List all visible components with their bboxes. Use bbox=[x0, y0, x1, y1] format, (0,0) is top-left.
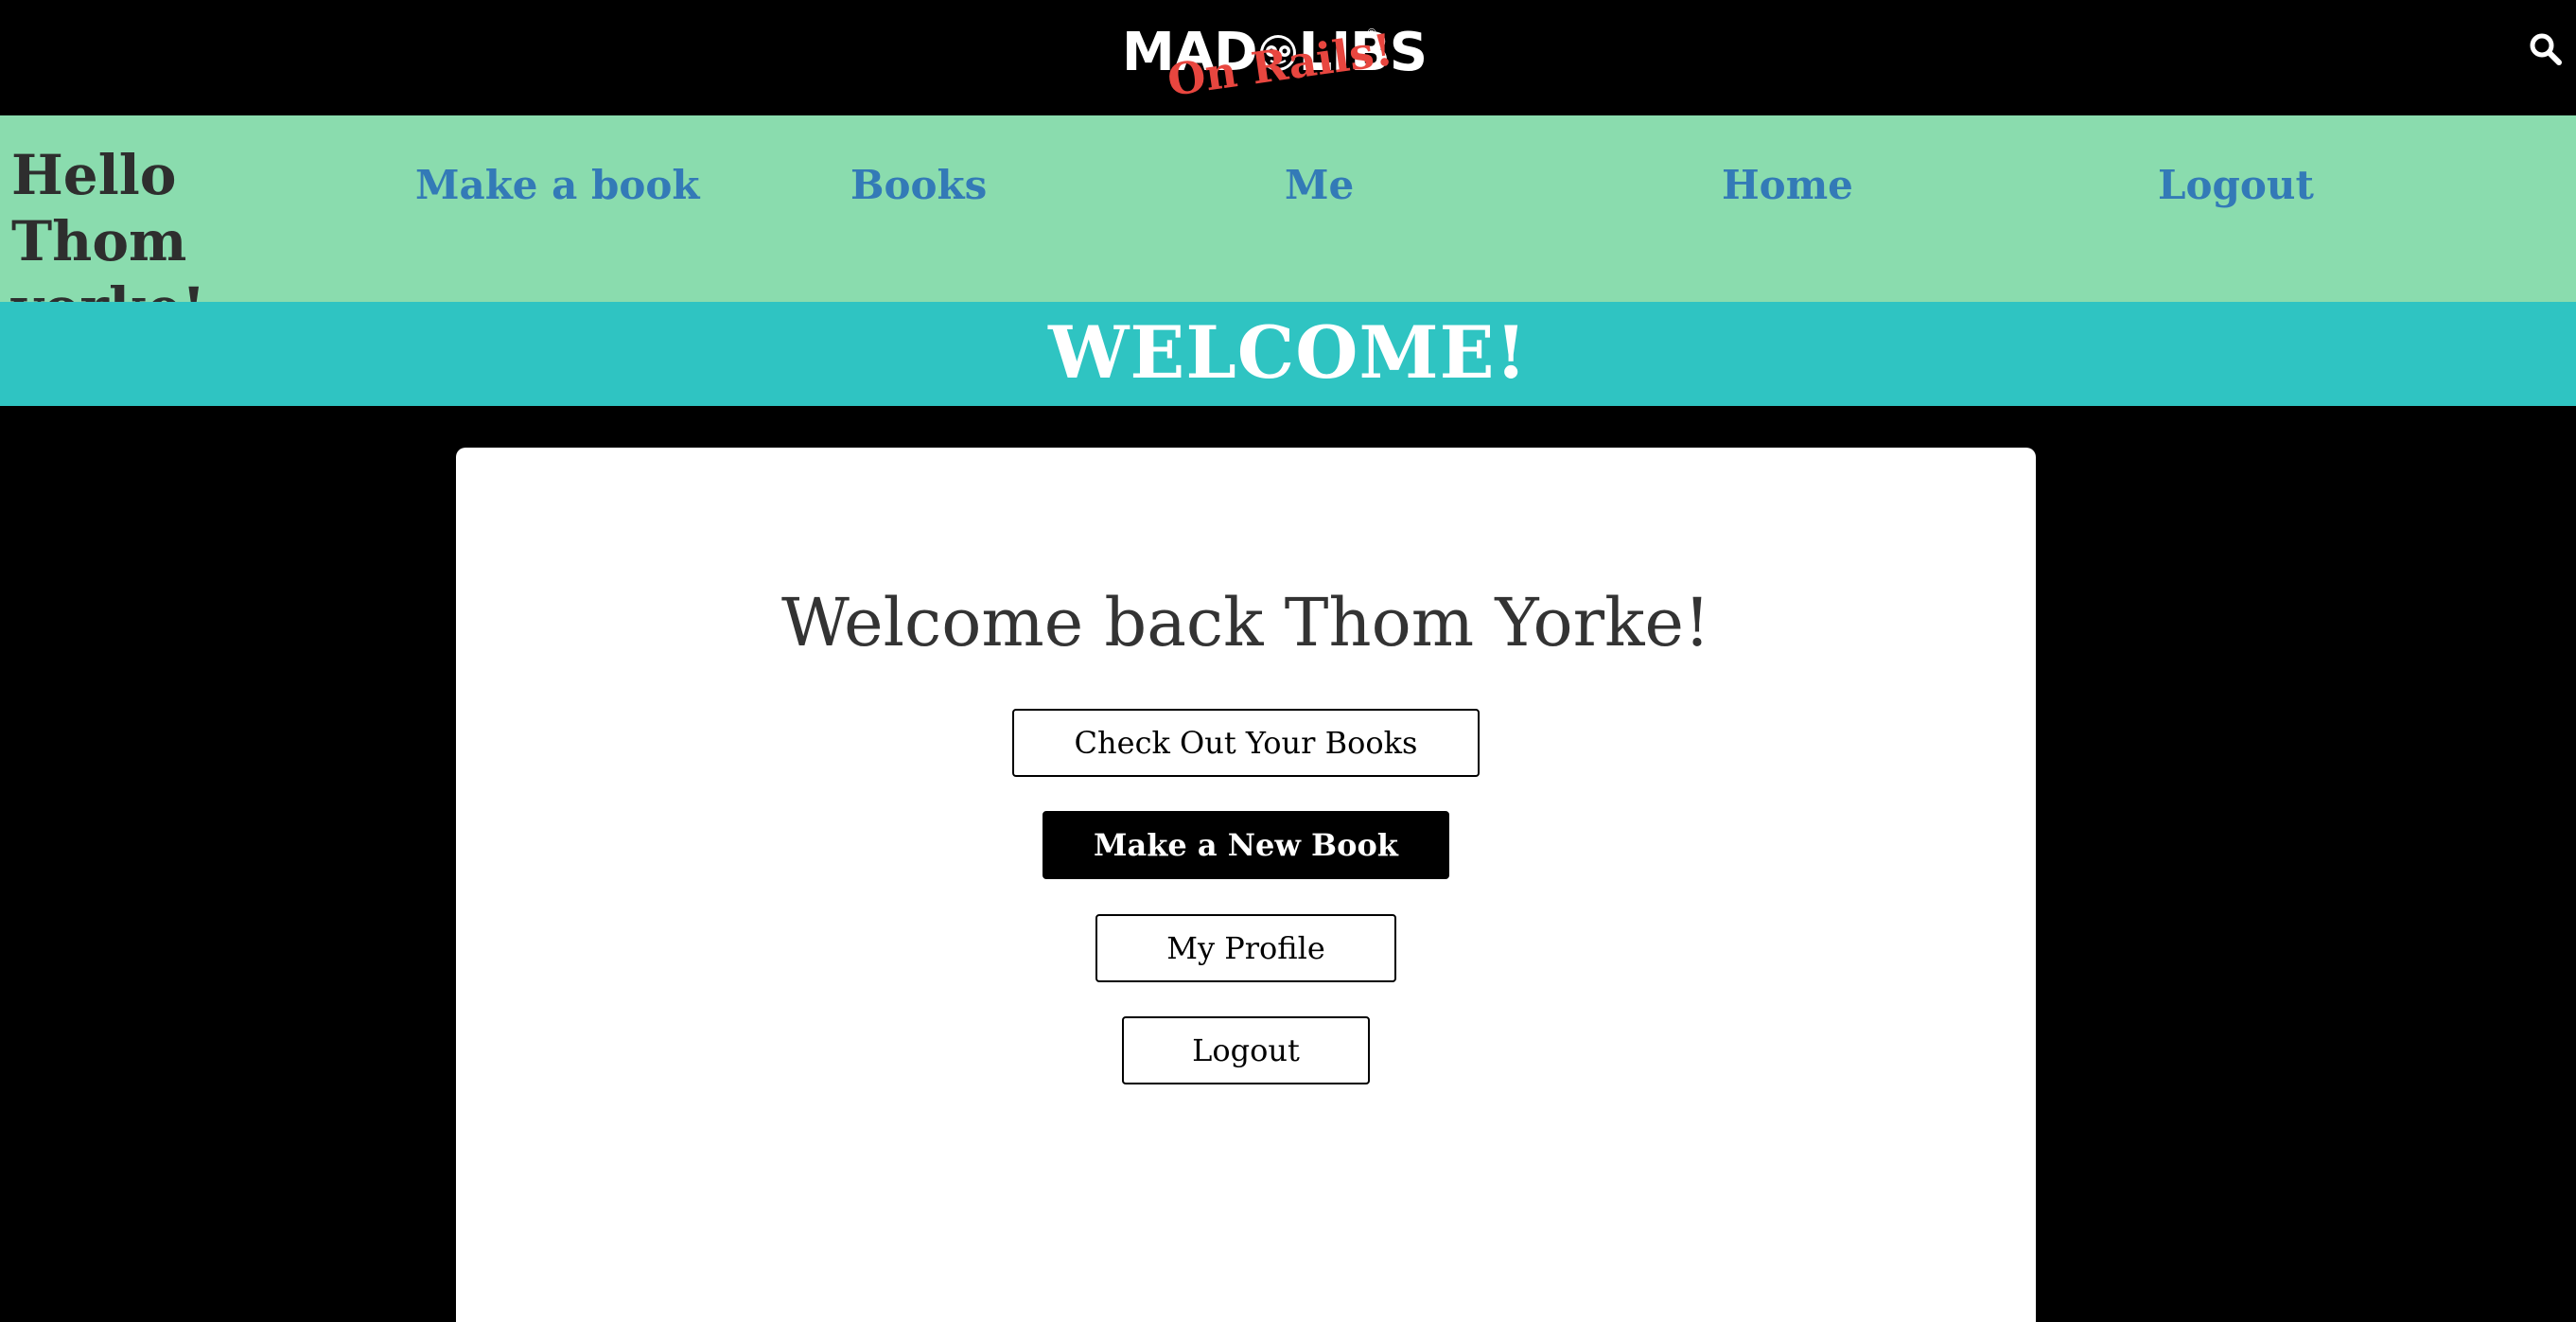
search-icon[interactable] bbox=[2529, 32, 2563, 66]
nav-link-me[interactable]: Me bbox=[1285, 159, 1354, 212]
nav-bar: Hello Thom yorke! Make a book Books Me H… bbox=[0, 115, 2576, 340]
make-new-book-button[interactable]: Make a New Book bbox=[1043, 811, 1449, 879]
check-out-books-button[interactable]: Check Out Your Books bbox=[1012, 709, 1480, 777]
nav-link-home[interactable]: Home bbox=[1722, 159, 1853, 212]
nav-link-logout[interactable]: Logout bbox=[2158, 159, 2314, 212]
nav-link-make-a-book[interactable]: Make a book bbox=[415, 159, 699, 212]
welcome-banner: WELCOME! bbox=[0, 302, 2576, 406]
logout-button[interactable]: Logout bbox=[1122, 1016, 1370, 1084]
madlibs-logo[interactable]: MAD LIBS ® On Rails! bbox=[1122, 21, 1428, 115]
banner-title: WELCOME! bbox=[1048, 310, 1528, 395]
welcome-card: Welcome back Thom Yorke! Check Out Your … bbox=[456, 448, 2036, 1322]
my-profile-button[interactable]: My Profile bbox=[1095, 914, 1396, 982]
welcome-heading: Welcome back Thom Yorke! bbox=[780, 584, 1711, 661]
nav-link-books[interactable]: Books bbox=[850, 159, 987, 212]
top-bar: MAD LIBS ® On Rails! bbox=[0, 0, 2576, 115]
